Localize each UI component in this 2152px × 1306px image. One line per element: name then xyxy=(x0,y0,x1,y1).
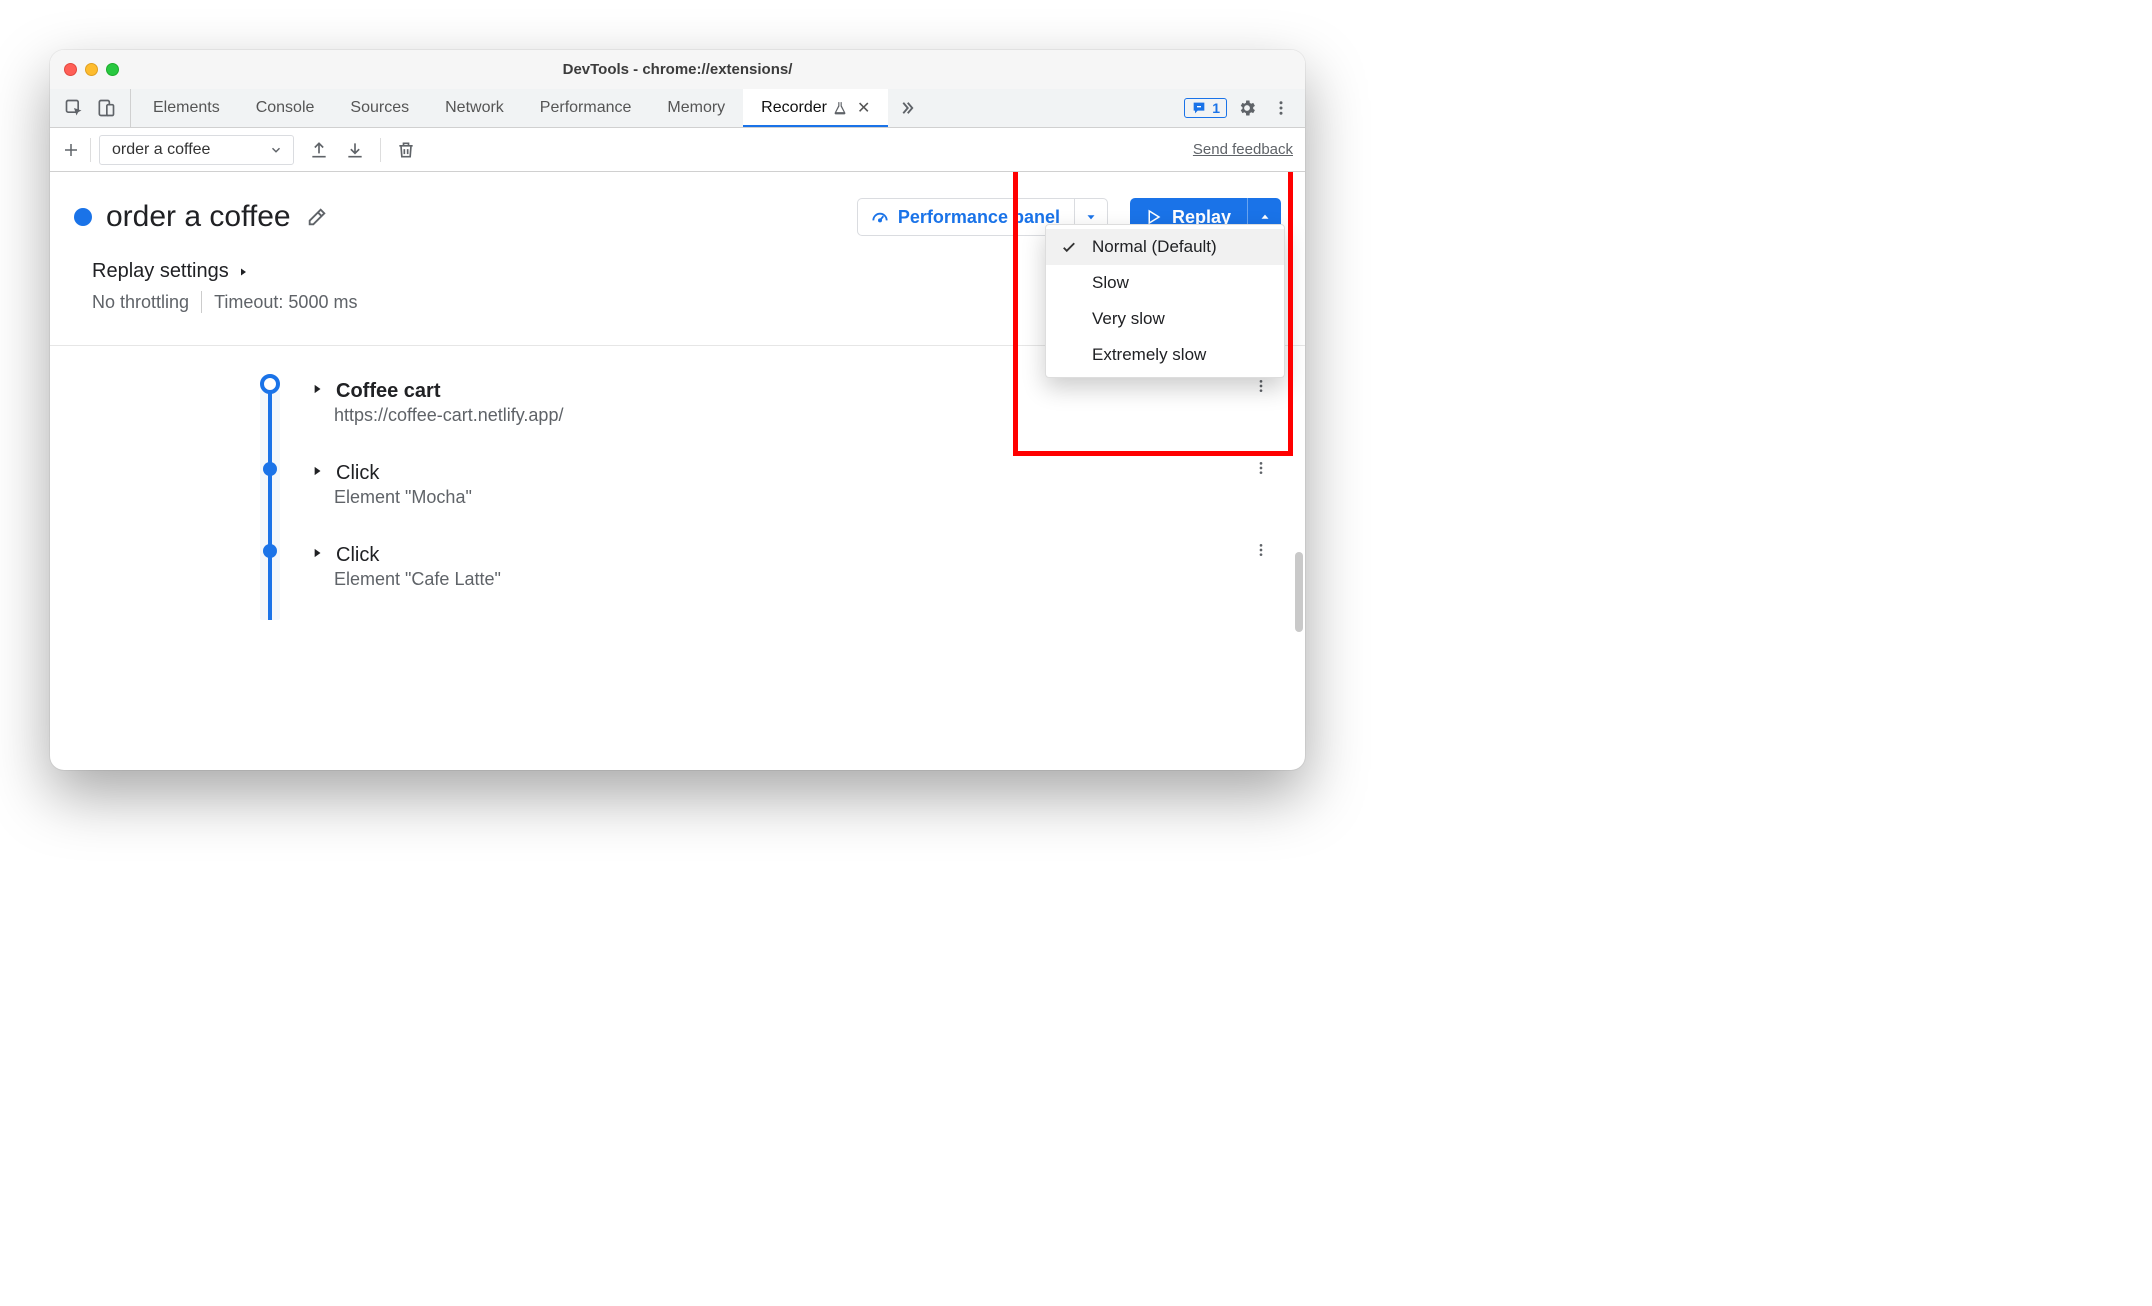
recording-select-value: order a coffee xyxy=(112,141,210,159)
step-marker-icon xyxy=(263,544,277,558)
separator xyxy=(380,138,381,162)
recording-title: order a coffee xyxy=(106,200,291,234)
recording-status-dot xyxy=(74,208,92,226)
edit-title-icon[interactable] xyxy=(305,205,329,229)
caret-right-icon[interactable] xyxy=(310,382,324,396)
throttling-value: No throttling xyxy=(92,292,189,313)
performance-panel-button[interactable]: Performance panel xyxy=(857,198,1074,236)
recording-select[interactable]: order a coffee xyxy=(99,135,294,165)
chevron-down-icon xyxy=(269,143,283,157)
more-tabs-icon[interactable] xyxy=(888,89,926,127)
window-title: DevTools - chrome://extensions/ xyxy=(50,61,1305,78)
panel-tabs: Elements Console Sources Network Perform… xyxy=(135,89,1184,127)
speed-option-slow[interactable]: Slow xyxy=(1046,265,1284,301)
speed-option-normal[interactable]: Normal (Default) xyxy=(1046,229,1284,265)
issues-badge[interactable]: 1 xyxy=(1184,98,1227,118)
inspect-element-icon[interactable] xyxy=(60,94,88,122)
import-icon[interactable] xyxy=(340,135,370,165)
close-tab-icon[interactable]: ✕ xyxy=(857,98,870,118)
tab-elements[interactable]: Elements xyxy=(135,89,238,127)
step-item[interactable]: Coffee cart https://coffee-cart.netlify.… xyxy=(250,374,1285,456)
recorder-toolbar: order a coffee Send feedback xyxy=(50,128,1305,172)
new-recording-button[interactable] xyxy=(56,135,86,165)
speed-option-extremely-slow[interactable]: Extremely slow xyxy=(1046,337,1284,373)
tab-memory[interactable]: Memory xyxy=(649,89,743,127)
step-menu-icon[interactable] xyxy=(1253,378,1269,394)
tab-console[interactable]: Console xyxy=(238,89,333,127)
step-title: Click xyxy=(336,462,379,485)
delete-recording-icon[interactable] xyxy=(391,135,421,165)
export-icon[interactable] xyxy=(304,135,334,165)
scrollbar[interactable] xyxy=(1295,552,1303,632)
tab-sources[interactable]: Sources xyxy=(332,89,427,127)
step-marker-icon xyxy=(260,374,280,394)
kebab-menu-icon[interactable] xyxy=(1267,94,1295,122)
step-subtitle: https://coffee-cart.netlify.app/ xyxy=(334,405,1285,426)
check-icon xyxy=(1060,238,1078,256)
steps-list: Coffee cart https://coffee-cart.netlify.… xyxy=(50,346,1305,620)
speed-option-very-slow[interactable]: Very slow xyxy=(1046,301,1284,337)
titlebar: DevTools - chrome://extensions/ xyxy=(50,50,1305,89)
step-menu-icon[interactable] xyxy=(1253,542,1269,558)
issues-count: 1 xyxy=(1212,100,1220,116)
experiment-icon xyxy=(833,101,847,115)
separator xyxy=(201,291,202,313)
gauge-icon xyxy=(870,207,890,227)
tab-recorder[interactable]: Recorder ✕ xyxy=(743,89,888,127)
caret-right-icon[interactable] xyxy=(310,464,324,478)
timeout-value: Timeout: 5000 ms xyxy=(214,292,357,313)
tab-performance[interactable]: Performance xyxy=(522,89,650,127)
devtools-tabrow: Elements Console Sources Network Perform… xyxy=(50,89,1305,128)
step-item[interactable]: Click Element "Cafe Latte" xyxy=(250,538,1285,620)
step-menu-icon[interactable] xyxy=(1253,460,1269,476)
step-title: Click xyxy=(336,544,379,567)
devtools-window: DevTools - chrome://extensions/ Elements… xyxy=(50,50,1305,770)
tab-network[interactable]: Network xyxy=(427,89,522,127)
step-title: Coffee cart xyxy=(336,380,440,403)
step-item[interactable]: Click Element "Mocha" xyxy=(250,456,1285,538)
recorder-content: order a coffee Performance panel Replay xyxy=(50,172,1305,770)
caret-right-icon xyxy=(237,266,249,278)
device-toolbar-icon[interactable] xyxy=(92,94,120,122)
settings-gear-icon[interactable] xyxy=(1233,94,1261,122)
step-subtitle: Element "Mocha" xyxy=(334,487,1285,508)
step-subtitle: Element "Cafe Latte" xyxy=(334,569,1285,590)
replay-speed-menu: Normal (Default) Slow Very slow Extremel… xyxy=(1045,224,1285,378)
send-feedback-link[interactable]: Send feedback xyxy=(1193,141,1293,158)
caret-right-icon[interactable] xyxy=(310,546,324,560)
separator xyxy=(90,138,91,162)
step-marker-icon xyxy=(263,462,277,476)
